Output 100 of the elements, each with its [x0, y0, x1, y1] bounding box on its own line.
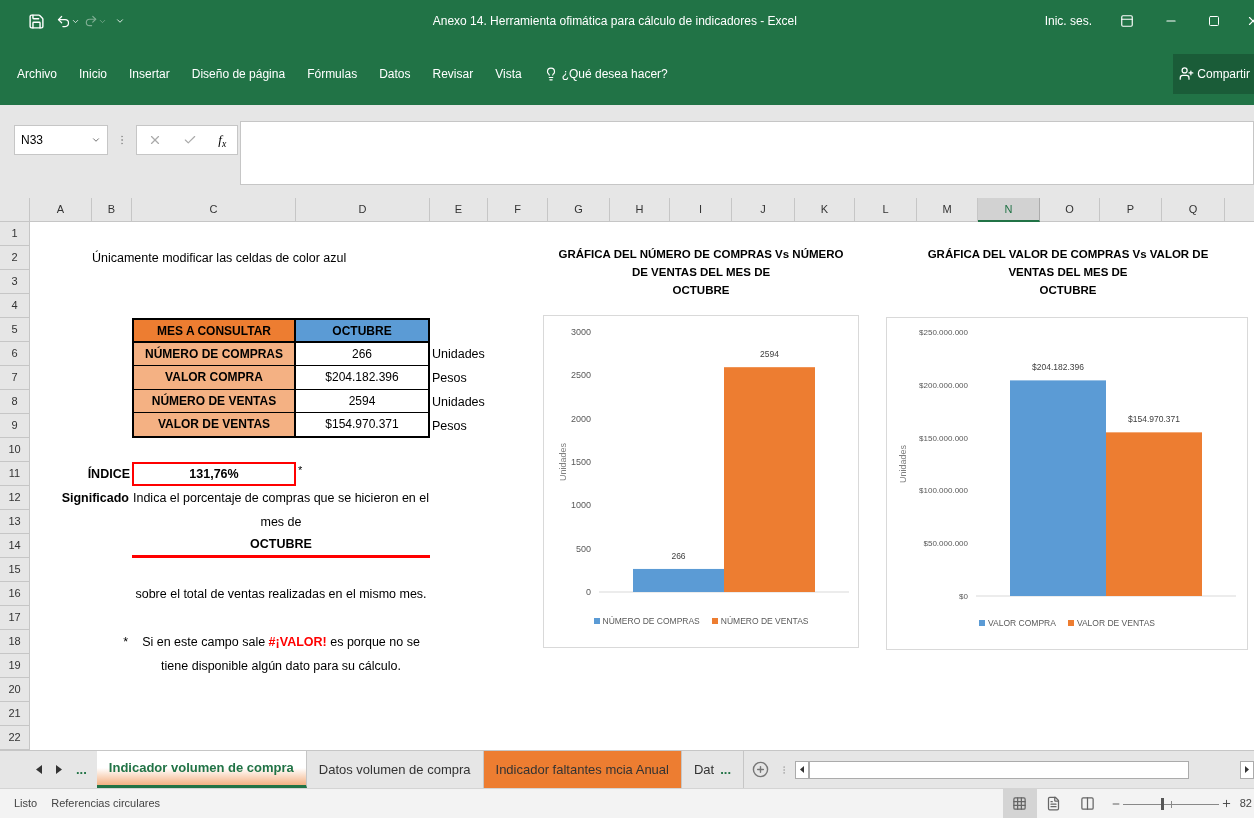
sheet-tab[interactable]: Indicador faltantes mcia Anual [483, 751, 682, 788]
meaning-label: Significado [60, 489, 130, 507]
tick-label: 1000 [570, 500, 591, 511]
ribbon-tab[interactable]: Archivo [17, 64, 57, 83]
ribbon-tab[interactable]: Diseño de página [191, 64, 286, 83]
axis-title: Unidades [898, 445, 908, 483]
legend-label: VALOR COMPRA [988, 617, 1056, 630]
row-header[interactable]: 9 [0, 414, 30, 438]
column-header[interactable]: E [430, 198, 488, 222]
add-sheet-icon[interactable] [752, 761, 770, 778]
asterisk: * [297, 463, 304, 478]
ribbon-display-icon[interactable] [1120, 14, 1134, 28]
row-header[interactable]: 19 [0, 654, 30, 678]
row-header[interactable]: 7 [0, 366, 30, 390]
formula-input[interactable] [240, 121, 1254, 185]
dropdown-icon[interactable] [91, 135, 101, 145]
column-header[interactable]: F [488, 198, 548, 222]
table-cell[interactable]: OCTUBRE [296, 320, 428, 344]
row-header[interactable]: 21 [0, 702, 30, 726]
customize-icon[interactable] [115, 16, 125, 26]
scroll-left-icon[interactable] [36, 765, 42, 774]
column-header[interactable]: P [1100, 198, 1162, 222]
row-header[interactable]: 4 [0, 294, 30, 318]
grid-view-icon[interactable] [1002, 788, 1037, 818]
scroll-left-icon[interactable] [800, 766, 805, 773]
row-header[interactable]: 13 [0, 510, 30, 534]
meaning-text: Indica el porcentaje de compras que se hicieron en el mes de [132, 490, 430, 531]
tell-me-field[interactable]: ¿Qué desea hacer? [561, 64, 668, 83]
table-cell: NÚMERO DE VENTAS [134, 389, 296, 413]
row-header[interactable]: 5 [0, 318, 30, 342]
row-header[interactable]: 15 [0, 558, 30, 582]
column-header[interactable]: I [670, 198, 732, 222]
cell-reference: N33 [21, 132, 43, 149]
column-header[interactable]: B [92, 198, 132, 222]
save-icon[interactable] [28, 12, 45, 30]
ribbon-tab[interactable]: Fórmulas [307, 64, 358, 83]
ribbon-tab[interactable]: Insertar [129, 64, 170, 83]
row-header[interactable]: 16 [0, 582, 30, 606]
undo-icon[interactable] [56, 13, 71, 29]
share-button[interactable]: Compartir [1173, 53, 1254, 94]
ribbon-tab[interactable]: Vista [495, 64, 522, 83]
column-header[interactable]: Q [1162, 198, 1225, 222]
column-header[interactable]: H [610, 198, 670, 222]
ribbon-tab[interactable]: Inicio [79, 64, 108, 83]
legend-label: NÚMERO DE VENTAS [720, 615, 809, 628]
column-header[interactable]: N [978, 198, 1040, 222]
row-header[interactable]: 11 [0, 462, 30, 486]
horizontal-scrollbar[interactable] [795, 760, 1254, 779]
ribbon-tab[interactable]: Revisar [432, 64, 474, 83]
row-header[interactable]: 17 [0, 606, 30, 630]
tick-label: 3000 [570, 327, 591, 337]
row-header[interactable]: 3 [0, 270, 30, 294]
data-label: $204.182.396 [1032, 362, 1084, 373]
table-cell: MES A CONSULTAR [134, 320, 296, 344]
insert-function-button[interactable]: f$_{x}$ [218, 130, 227, 150]
index-label: ÍNDICE [86, 465, 131, 483]
tick-label: 2500 [570, 370, 591, 381]
enter-icon[interactable] [183, 133, 197, 147]
column-header[interactable]: C [132, 198, 296, 222]
sheet-tab[interactable]: Indicador volumen de compra [96, 751, 307, 788]
row-header[interactable]: 20 [0, 678, 30, 702]
name-box[interactable]: N33 [14, 125, 108, 155]
maximize-icon[interactable] [1208, 15, 1220, 27]
scroll-right-icon[interactable] [1245, 766, 1249, 773]
zoom-in-icon[interactable] [1220, 798, 1232, 809]
row-header[interactable]: 12 [0, 486, 30, 510]
row-header[interactable]: 2 [0, 246, 30, 270]
row-header[interactable]: 8 [0, 390, 30, 414]
column-header[interactable]: G [548, 198, 610, 222]
column-header[interactable]: K [795, 198, 855, 222]
scroll-right-icon[interactable] [56, 765, 62, 774]
legend-swatch [1067, 620, 1074, 627]
row-header[interactable]: 6 [0, 342, 30, 366]
column-header[interactable]: J [732, 198, 795, 222]
legend-swatch [979, 620, 985, 627]
column-header[interactable]: A [30, 198, 92, 222]
row-header[interactable]: 10 [0, 438, 30, 462]
row-header[interactable]: 1 [0, 222, 30, 246]
row-header[interactable]: 14 [0, 534, 30, 558]
column-header[interactable]: L [855, 198, 917, 222]
row-header[interactable]: 18 [0, 630, 30, 654]
zoom-slider[interactable] [1122, 796, 1219, 811]
column-header[interactable]: M [917, 198, 978, 222]
column-header[interactable]: O [1040, 198, 1100, 222]
chart-title: GRÁFICA DEL NÚMERO DE COMPRAS Vs NÚMERO DE VENTAS DEL MES DE OCTUBRE [557, 247, 845, 298]
legend-label: NÚMERO DE COMPRAS [602, 615, 700, 628]
zoom-level[interactable]: 82 [1239, 795, 1252, 812]
redo-icon[interactable] [84, 14, 98, 28]
row-header[interactable]: 22 [0, 726, 30, 750]
zoom-thumb[interactable] [1161, 797, 1165, 810]
column-header[interactable]: D [296, 198, 430, 222]
unit-label: Pesos [431, 417, 468, 435]
scroll-thumb[interactable] [809, 760, 1190, 779]
sign-in-button[interactable]: Inic. ses. [1044, 12, 1092, 30]
ribbon-tab[interactable]: Datos [379, 64, 411, 83]
tick-label: 2000 [570, 413, 591, 424]
more-sheets-button[interactable]: ... [76, 759, 87, 780]
tick-label: 0 [586, 587, 591, 597]
table-cell: NÚMERO DE COMPRAS [134, 343, 296, 367]
table-cell: VALOR COMPRA [134, 366, 296, 390]
